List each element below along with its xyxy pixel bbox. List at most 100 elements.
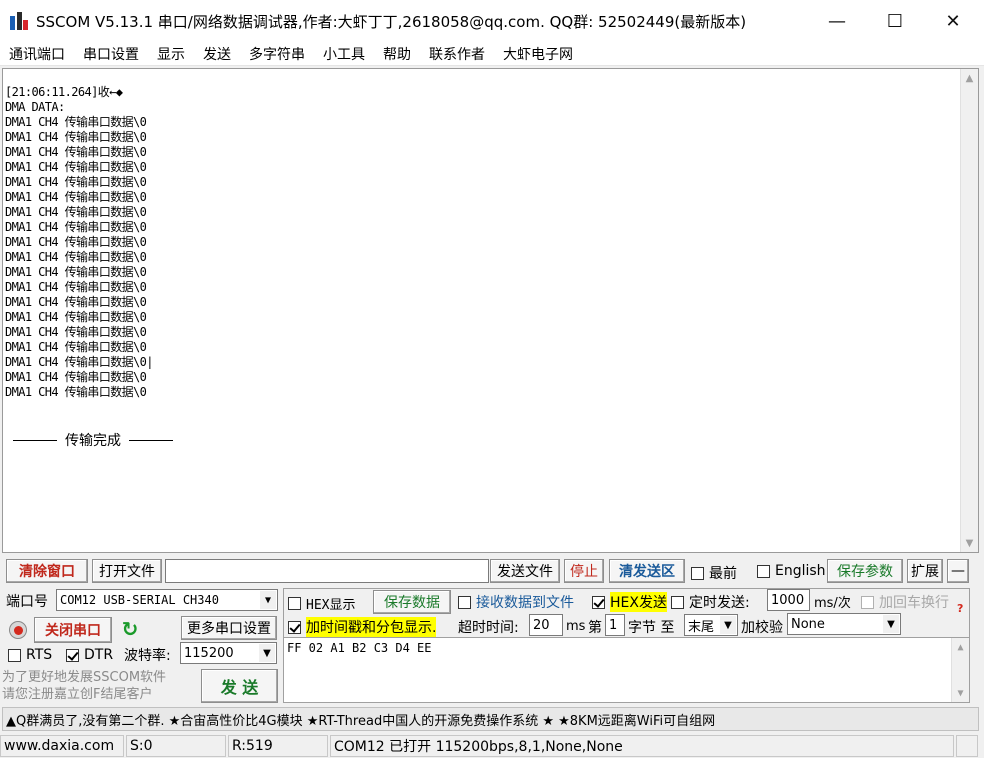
- scroll-up-icon[interactable]: ▲: [961, 69, 978, 87]
- menu-multi-string[interactable]: 多字符串: [249, 44, 305, 64]
- sscom-app-icon: [8, 10, 30, 32]
- menu-comm-port[interactable]: 通讯端口: [9, 44, 65, 64]
- baud-select-value: 115200: [184, 645, 234, 661]
- checksum-select-value: None: [791, 616, 825, 632]
- english-label: English: [775, 563, 826, 579]
- receive-line: DMA1 CH4 传输串口数据\0: [5, 370, 147, 384]
- timeout-unit-label: ms: [566, 619, 586, 634]
- receive-line: DMA1 CH4 传输串口数据\0: [5, 325, 147, 339]
- receive-line: DMA1 CH4 传输串口数据\0: [5, 235, 147, 249]
- promo-line: 请您注册嘉立创F结尾客户: [2, 687, 153, 702]
- status-resize-grip: [956, 735, 978, 757]
- send-text-area[interactable]: FF 02 A1 B2 C3 D4 EE ▲ ▼: [283, 637, 970, 703]
- send-file-button[interactable]: 发送文件: [490, 559, 560, 583]
- status-website[interactable]: www.daxia.com: [0, 735, 124, 757]
- receive-line: DMA1 CH4 传输串口数据\0: [5, 280, 147, 294]
- timeout-label: 超时时间:: [458, 620, 519, 636]
- append-crlf-label: 加回车换行: [879, 595, 949, 611]
- menu-serial-settings[interactable]: 串口设置: [83, 44, 139, 64]
- byte-to-label: 字节 至: [628, 620, 675, 636]
- status-port-info: COM12 已打开 115200bps,8,1,None,None: [330, 735, 954, 757]
- chevron-down-icon[interactable]: ▼: [259, 644, 275, 662]
- close-button[interactable]: ✕: [924, 0, 982, 42]
- receive-line: DMA1 CH4 传输串口数据\0: [5, 265, 147, 279]
- news-marquee[interactable]: ▲Q群满员了,没有第二个群. ★合宙高性价比4G模块 ★RT-Thread中国人…: [2, 707, 979, 731]
- receive-area[interactable]: [21:06:11.264]收←◆ DMA DATA: DMA1 CH4 传输串口数…: [2, 68, 979, 553]
- menu-tools[interactable]: 小工具: [323, 44, 365, 64]
- transfer-complete-line: 传输完成: [5, 430, 181, 450]
- maximize-button[interactable]: ☐: [866, 0, 924, 42]
- clear-window-button[interactable]: 清除窗口: [6, 559, 88, 583]
- append-crlf-checkbox[interactable]: 加回车换行: [861, 592, 949, 612]
- refresh-icon[interactable]: ↻: [119, 617, 141, 641]
- open-file-button[interactable]: 打开文件: [92, 559, 162, 583]
- port-select-value: COM12 USB-SERIAL CH340: [60, 593, 219, 607]
- collapse-button[interactable]: —: [947, 559, 969, 583]
- status-sent-count: S:0: [126, 735, 226, 757]
- minimize-button[interactable]: —: [808, 0, 866, 42]
- timestamp-packet-label: 加时间戳和分包显示.: [306, 617, 437, 637]
- file-path-input[interactable]: [165, 559, 489, 583]
- receive-line: DMA1 CH4 传输串口数据\0: [5, 160, 147, 174]
- receive-line: DMA1 CH4 传输串口数据\0: [5, 115, 147, 129]
- port-select[interactable]: COM12 USB-SERIAL CH340 ▼: [56, 589, 278, 611]
- timed-send-checkbox[interactable]: 定时发送:: [671, 592, 750, 612]
- checksum-select[interactable]: None ▼: [787, 613, 901, 635]
- dtr-checkbox[interactable]: DTR: [66, 647, 113, 663]
- rts-checkbox[interactable]: RTS: [8, 647, 52, 663]
- menu-send[interactable]: 发送: [203, 44, 231, 64]
- help-icon[interactable]: ?: [957, 602, 963, 615]
- expand-button[interactable]: 扩展: [907, 559, 943, 583]
- recv-to-file-label: 接收数据到文件: [476, 595, 574, 611]
- chevron-down-icon[interactable]: ▼: [883, 615, 899, 633]
- scroll-up-icon[interactable]: ▲: [952, 638, 969, 656]
- dtr-label: DTR: [84, 647, 114, 663]
- nth-byte-input[interactable]: 1: [605, 614, 625, 636]
- hex-display-checkbox[interactable]: HEX显示: [288, 594, 355, 613]
- checkbox-checked-icon: [592, 595, 605, 609]
- checkbox-checked-icon: [66, 648, 79, 662]
- receive-line: DMA1 CH4 传输串口数据\0: [5, 130, 147, 144]
- scroll-down-icon[interactable]: ▼: [952, 684, 969, 702]
- timestamp-packet-checkbox[interactable]: 加时间戳和分包显示.: [288, 617, 437, 637]
- more-serial-settings-button[interactable]: 更多串口设置: [181, 616, 277, 640]
- receive-line: DMA1 CH4 传输串口数据\0: [5, 385, 147, 399]
- baud-select[interactable]: 115200 ▼: [180, 642, 277, 664]
- checkbox-icon: [757, 564, 770, 578]
- close-port-button[interactable]: 关闭串口: [34, 617, 112, 643]
- save-data-button[interactable]: 保存数据: [373, 590, 451, 614]
- receive-header-line: DMA DATA:: [5, 100, 65, 114]
- port-label: 端口号: [6, 594, 48, 610]
- clear-send-area-button[interactable]: 清发送区: [609, 559, 685, 583]
- receive-line: DMA1 CH4 传输串口数据\0: [5, 175, 147, 189]
- english-checkbox[interactable]: English: [757, 563, 826, 579]
- receive-line: DMA1 CH4 传输串口数据\0: [5, 250, 147, 264]
- topmost-checkbox[interactable]: 最前: [691, 563, 737, 583]
- recv-to-file-checkbox[interactable]: 接收数据到文件: [458, 592, 574, 612]
- end-select[interactable]: 末尾 ▼: [684, 614, 738, 636]
- menu-help[interactable]: 帮助: [383, 44, 411, 64]
- receive-line: DMA1 CH4 传输串口数据\0: [5, 190, 147, 204]
- interval-unit-label: ms/次: [814, 596, 851, 611]
- stop-button[interactable]: 停止: [564, 559, 604, 583]
- save-params-button[interactable]: 保存参数: [827, 559, 903, 583]
- send-button[interactable]: 发 送: [201, 669, 278, 703]
- receive-line: DMA1 CH4 传输串口数据\0|: [5, 355, 154, 369]
- divider: [13, 439, 57, 441]
- status-bar: www.daxia.com S:0 R:519 COM12 已打开 115200…: [0, 734, 984, 758]
- scroll-down-icon[interactable]: ▼: [961, 534, 978, 552]
- status-received-count: R:519: [228, 735, 328, 757]
- chevron-down-icon[interactable]: ▼: [720, 616, 736, 634]
- timeout-input[interactable]: 20: [529, 614, 563, 636]
- menu-daxia-website[interactable]: 大虾电子网: [503, 44, 573, 64]
- receive-scrollbar[interactable]: ▲ ▼: [960, 69, 978, 552]
- receive-timestamp-line: [21:06:11.264]收←◆: [5, 85, 123, 99]
- hex-display-label: HEX显示: [306, 598, 356, 613]
- send-scrollbar[interactable]: ▲ ▼: [951, 638, 969, 702]
- menu-display[interactable]: 显示: [157, 44, 185, 64]
- interval-input[interactable]: 1000: [767, 589, 810, 611]
- chevron-down-icon[interactable]: ▼: [260, 591, 276, 609]
- menu-contact-author[interactable]: 联系作者: [429, 44, 485, 64]
- hex-send-checkbox[interactable]: HEX发送: [592, 592, 667, 612]
- topmost-label: 最前: [709, 566, 737, 582]
